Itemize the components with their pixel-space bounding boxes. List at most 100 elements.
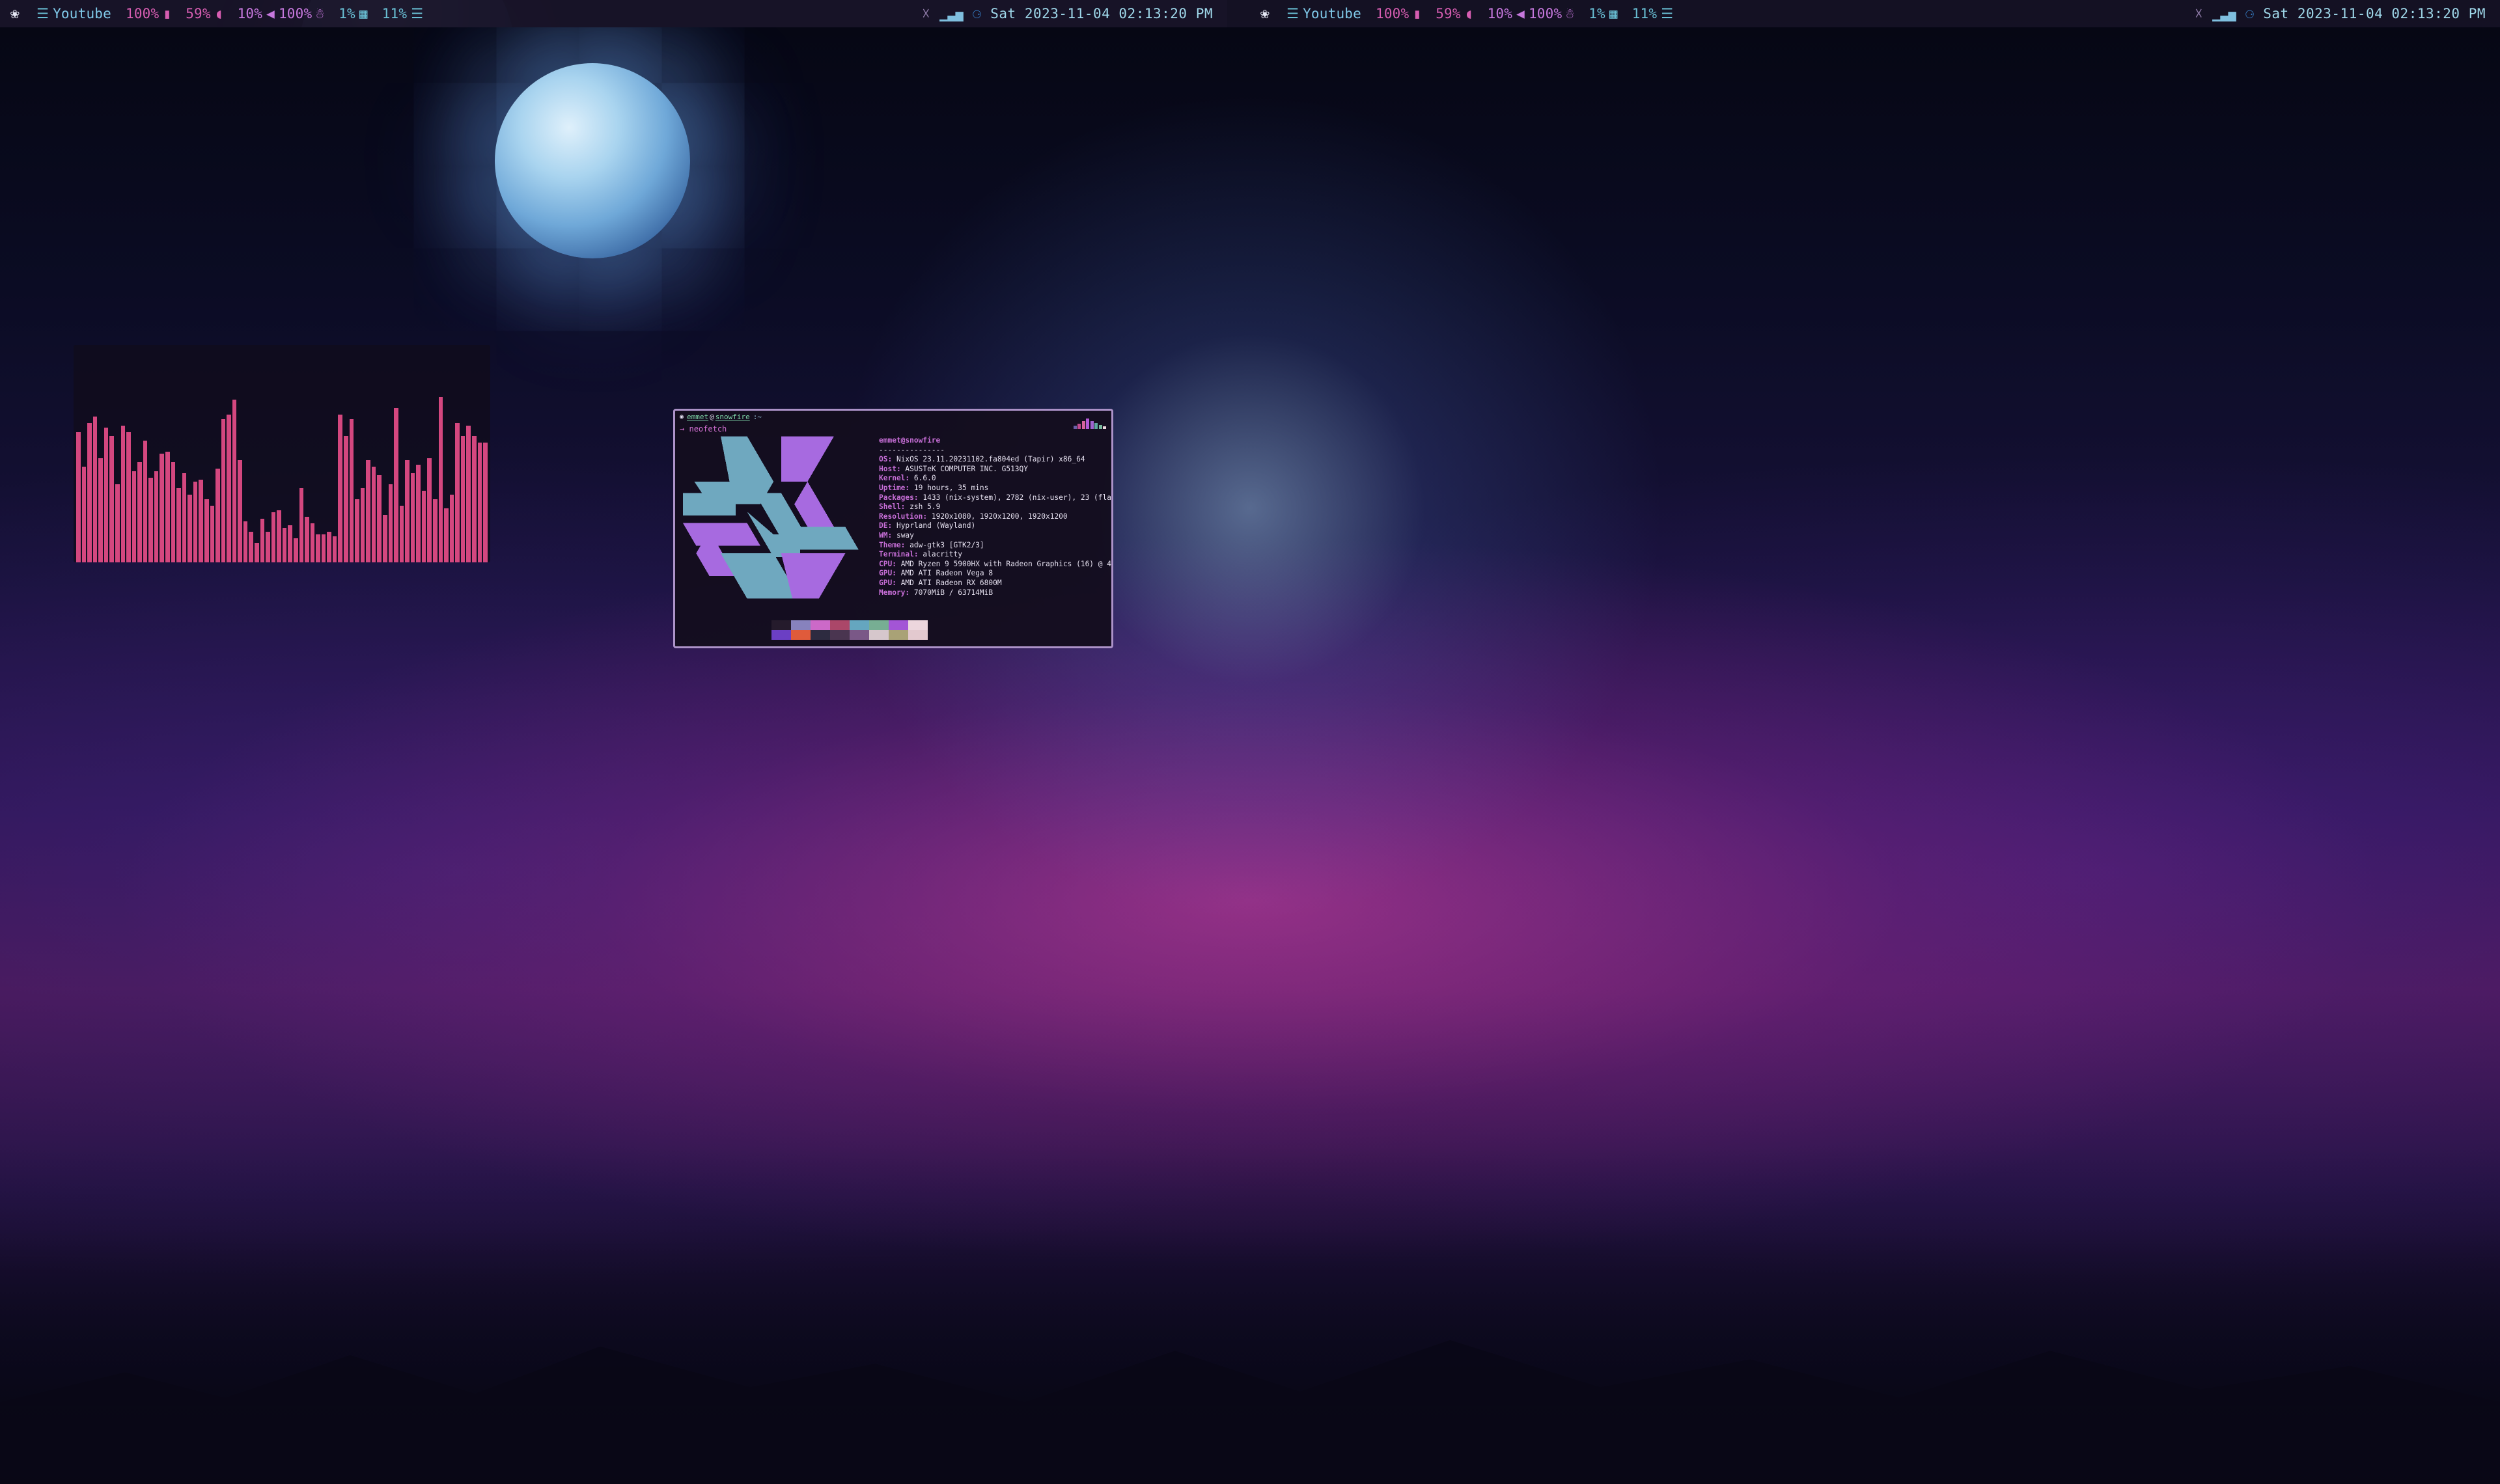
- palette-swatch: [791, 620, 811, 630]
- cpu-module-3[interactable]: 1% ▦: [339, 6, 368, 21]
- cava-bar: [109, 436, 114, 562]
- cava-bar: [483, 443, 488, 562]
- cava-bar: [433, 499, 438, 562]
- volume-module-2[interactable]: 10% ◀ 100% ☃: [1488, 6, 1575, 21]
- memory-icon: ☰: [1661, 6, 1674, 21]
- neofetch-value: AMD ATI Radeon Vega 8: [900, 569, 993, 578]
- terminal-user: emmet: [687, 412, 709, 421]
- volume-label: 10%: [237, 6, 263, 21]
- neofetch-value: AMD ATI Radeon RX 6800M: [900, 578, 1002, 587]
- cava-bars: [74, 345, 490, 562]
- waybar-right[interactable]: ❀ ☰ Youtube 100% ▮ 59% ◖ 10% ◀ 100% ☃ 1%: [1250, 0, 2500, 27]
- alacritty-neofetch-terminal[interactable]: ◉ emmet @ snowfire :~ → neofetch emmet@s…: [673, 409, 1113, 648]
- cava-bar: [444, 508, 449, 562]
- neofetch-value: ASUSTeK COMPUTER INC. G513QY: [905, 464, 1029, 473]
- cava-bar: [255, 542, 259, 562]
- neofetch-value: zsh 5.9: [910, 502, 941, 512]
- neofetch-key: Host:: [879, 464, 906, 473]
- wallpaper-bottom-moon: [495, 63, 690, 258]
- palette-swatch: [908, 620, 928, 630]
- workspace-module-2[interactable]: ☰ Youtube: [1286, 6, 1361, 21]
- battery-module-3[interactable]: 100% ▮: [126, 6, 171, 21]
- cava-bar: [355, 499, 359, 562]
- brightness-module-2[interactable]: 59% ◖: [1436, 6, 1473, 21]
- cava-bar: [266, 532, 270, 562]
- cava-bar: [120, 425, 126, 562]
- workspace-module-3[interactable]: ☰ Youtube: [36, 6, 111, 21]
- cava-bar: [299, 488, 304, 562]
- brightness-module-3[interactable]: 59% ◖: [186, 6, 223, 21]
- neofetch-command-line: → neofetch: [675, 422, 1111, 433]
- palette-swatch: [771, 630, 791, 640]
- nixos-logo: [683, 436, 872, 605]
- battery-label: 100%: [126, 6, 160, 21]
- neofetch-info-row: Shell: zsh 5.9: [879, 502, 1111, 512]
- neofetch-value: alacritty: [923, 550, 962, 559]
- neofetch-value: 1920x1080, 1920x1200, 1920x1200: [931, 512, 1068, 521]
- palette-swatch: [869, 630, 889, 640]
- cava-bar: [243, 521, 248, 562]
- neofetch-key: CPU:: [879, 559, 901, 568]
- cpu-label: 1%: [1589, 6, 1605, 21]
- second-monitor-window[interactable]: ❀ ☰ Youtube 100% ▮ 59% ◖ 10% ◀ 100% ☃ 1%…: [0, 0, 2500, 1484]
- cava-bar: [227, 414, 231, 562]
- spark-bars-icon: [1073, 419, 1106, 429]
- memory-module-2[interactable]: 11% ☰: [1632, 6, 1674, 21]
- wifi-icon[interactable]: ▁▃▅: [939, 6, 964, 21]
- cava-bar: [171, 462, 176, 562]
- no-coffee-icon[interactable]: ☓: [2195, 6, 2203, 22]
- neofetch-info-row: GPU: AMD ATI Radeon RX 6800M: [879, 579, 1111, 588]
- cava-bar: [382, 514, 387, 562]
- nix-snowflake-icon-3[interactable]: ❀: [10, 5, 20, 22]
- bluetooth-icon[interactable]: ⚆: [973, 6, 981, 22]
- nix-snowflake-icon-2[interactable]: ❀: [1260, 5, 1270, 22]
- neofetch-info-row: GPU: AMD ATI Radeon Vega 8: [879, 569, 1111, 579]
- cava-bar: [327, 532, 331, 562]
- cava-bar: [360, 488, 365, 562]
- waybar-bottom[interactable]: ❀ ☰ Youtube 100% ▮ 59% ◖ 10% ◀ 100% ☃ 1%…: [0, 0, 1227, 27]
- cava-bar: [137, 462, 142, 562]
- no-coffee-icon[interactable]: ☓: [922, 6, 930, 22]
- palette-row-1: [771, 620, 928, 630]
- neofetch-key: GPU:: [879, 569, 901, 578]
- palette-swatch: [850, 630, 869, 640]
- cava-bar: [238, 460, 242, 562]
- neofetch-value: 6.6.0: [913, 474, 936, 483]
- neofetch-info-row: Terminal: alacritty: [879, 550, 1111, 560]
- palette-swatch: [869, 620, 889, 630]
- palette-swatch: [830, 620, 850, 630]
- cava-bar: [427, 458, 432, 562]
- cava-bar: [310, 523, 315, 562]
- palette-swatch: [811, 630, 830, 640]
- cpu-module-2[interactable]: 1% ▦: [1589, 6, 1618, 21]
- cava-bar: [438, 397, 443, 562]
- neofetch-value: 19 hours, 35 mins: [913, 483, 989, 492]
- neofetch-key: Kernel:: [879, 474, 914, 483]
- bluetooth-icon[interactable]: ⚆: [2245, 6, 2254, 22]
- volume-label: 10%: [1487, 6, 1513, 21]
- cava-bar: [115, 484, 120, 562]
- cava-bar: [98, 458, 103, 562]
- cava-bar: [221, 419, 226, 562]
- wifi-icon[interactable]: ▁▃▅: [2212, 6, 2236, 21]
- neofetch-key: Terminal:: [879, 550, 923, 559]
- cava-bar: [321, 534, 326, 562]
- cava-bar: [104, 427, 109, 562]
- cava-bar: [143, 440, 148, 562]
- volume-module-3[interactable]: 10% ◀ 100% ☃: [238, 6, 325, 21]
- cava-bar: [148, 477, 153, 562]
- neofetch-value: AMD Ryzen 9 5900HX with Radeon Graphics …: [900, 559, 1111, 568]
- neofetch-key: WM:: [879, 530, 896, 540]
- neofetch-user-host: emmet@snowfire: [879, 436, 941, 445]
- battery-module-2[interactable]: 100% ▮: [1376, 6, 1421, 21]
- cava-bar: [215, 469, 220, 562]
- memory-label: 11%: [1632, 6, 1658, 21]
- cava-bar: [466, 425, 471, 562]
- palette-swatch: [771, 620, 791, 630]
- cava-bar: [132, 471, 137, 562]
- neofetch-value: 1433 (nix-system), 2782 (nix-user), 23 (…: [923, 493, 1111, 502]
- cava-audio-visualizer[interactable]: [74, 345, 490, 562]
- palette-swatch: [830, 630, 850, 640]
- memory-module-3[interactable]: 11% ☰: [382, 6, 424, 21]
- neofetch-info-row: Host: ASUSTeK COMPUTER INC. G513QY: [879, 465, 1111, 474]
